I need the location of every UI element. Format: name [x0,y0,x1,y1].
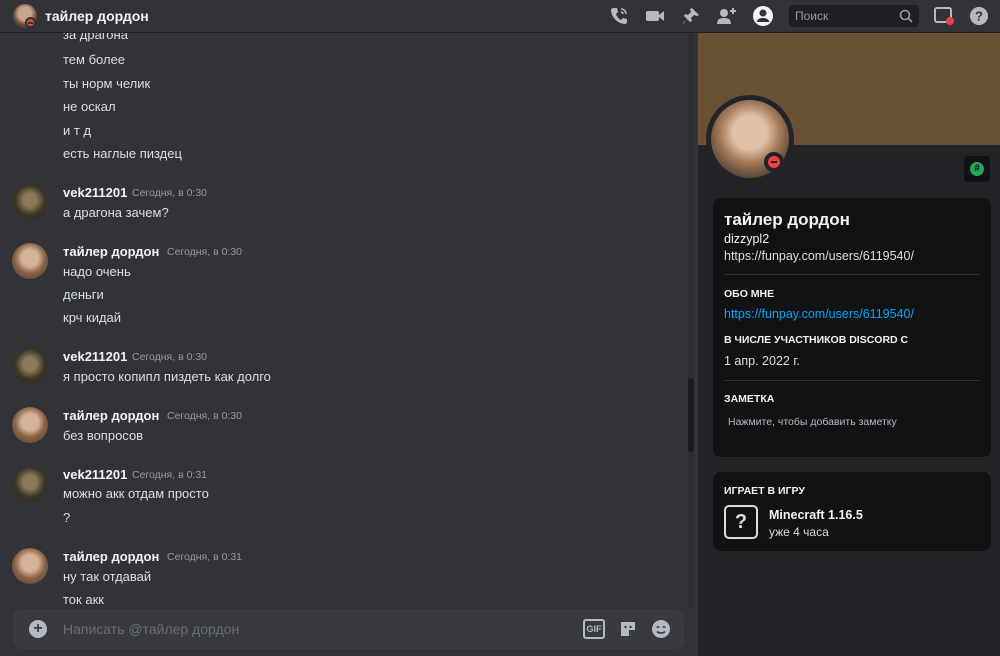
channel-header: тайлер дордон Поиск ? [0,0,1000,33]
message-text: надо очень [63,264,131,279]
game-elapsed-time: уже 4 часа [769,525,829,539]
message-timestamp: Сегодня, в 0:31 [167,551,243,563]
search-placeholder: Поиск [795,9,829,23]
member-since-heading: В ЧИСЛЕ УЧАСТНИКОВ DISCORD С [724,334,909,346]
svg-text:?: ? [975,9,983,24]
message-text: за драгона [63,33,128,42]
dnd-status-icon [764,152,784,172]
message-text: без вопросов [63,428,144,443]
profile-custom-status: https://funpay.com/users/6119540/ [724,249,914,263]
avatar[interactable] [12,348,48,384]
message-text: крч кидай [63,310,122,325]
sticker-icon[interactable] [618,619,638,639]
avatar[interactable] [12,466,48,502]
divider [724,380,980,381]
inbox-icon[interactable] [933,5,955,27]
message-text: ну так отдавай [63,569,152,584]
game-name: Minecraft 1.16.5 [769,508,863,522]
message-text: ты норм челик [63,76,151,91]
message-author[interactable]: vek211201 [63,349,127,364]
message-text: я просто копипл пиздеть как долго [63,369,271,384]
profile-username: dizzypl2 [724,232,770,246]
message-timestamp: Сегодня, в 0:30 [167,246,243,258]
profile-info-card: тайлер дордон dizzypl2 https://funpay.co… [713,198,991,457]
upload-plus-icon[interactable]: + [29,620,47,638]
hypesquad-badge-icon[interactable]: # [964,156,990,182]
message-text: есть наглые пиздец [63,146,182,161]
avatar[interactable] [12,407,48,443]
message-author[interactable]: vek211201 [63,185,127,200]
message-text: ток акк [63,592,104,607]
activity-card: ИГРАЕТ В ИГРУ ? Minecraft 1.16.5 уже 4 ч… [713,472,991,551]
message-text: а драгона зачем? [63,205,169,220]
user-profile-panel: # тайлер дордон dizzypl2 https://funpay.… [698,33,1000,656]
message-text: не оскал [63,99,116,114]
dm-title[interactable]: тайлер дордон [45,8,149,24]
emoji-icon[interactable] [651,619,671,639]
video-camera-icon[interactable] [644,5,666,27]
help-icon[interactable]: ? [968,5,990,27]
add-member-icon[interactable] [716,5,738,27]
message-text: деньги [63,287,104,302]
message-text: тем более [63,52,126,67]
member-since-date: 1 апр. 2022 г. [724,354,800,368]
divider [724,274,980,275]
message-author[interactable]: тайлер дордон [63,408,159,423]
search-input[interactable]: Поиск [789,5,919,27]
message-author[interactable]: тайлер дордон [63,244,159,259]
avatar[interactable] [12,184,48,220]
message-author[interactable]: тайлер дордон [63,549,159,564]
note-input[interactable]: Нажмите, чтобы добавить заметку [728,416,897,428]
search-icon [899,9,913,28]
note-heading: ЗАМЕТКА [724,393,775,405]
scrollbar-thumb[interactable] [688,378,694,452]
composer-placeholder[interactable]: Написать @тайлер дордон [63,621,239,637]
message-timestamp: Сегодня, в 0:31 [132,469,208,481]
message-timestamp: Сегодня, в 0:30 [132,351,208,363]
gif-button[interactable]: GIF [583,619,605,639]
message-text: и т д [63,123,92,138]
about-me-heading: ОБО МНЕ [724,288,775,300]
about-me-link[interactable]: https://funpay.com/users/6119540/ [724,307,914,321]
dnd-status-icon [25,17,36,28]
message-text: можно акк отдам просто [63,486,209,501]
message-list[interactable]: за драгона тем более ты норм челик не ос… [0,33,698,656]
message-timestamp: Сегодня, в 0:30 [167,410,243,422]
message-composer[interactable]: + Написать @тайлер дордон GIF [13,609,684,649]
phone-call-icon[interactable] [608,5,630,27]
message-timestamp: Сегодня, в 0:30 [132,187,208,199]
activity-heading: ИГРАЕТ В ИГРУ [724,485,805,497]
scrollbar-track[interactable] [688,33,694,608]
user-profile-icon[interactable] [752,5,774,27]
message-author[interactable]: vek211201 [63,467,127,482]
message-text: ? [63,510,71,525]
unknown-game-icon: ? [724,505,758,539]
pin-icon[interactable] [680,5,702,27]
avatar[interactable] [12,243,48,279]
avatar[interactable] [12,548,48,584]
profile-display-name: тайлер дордон [724,210,850,229]
